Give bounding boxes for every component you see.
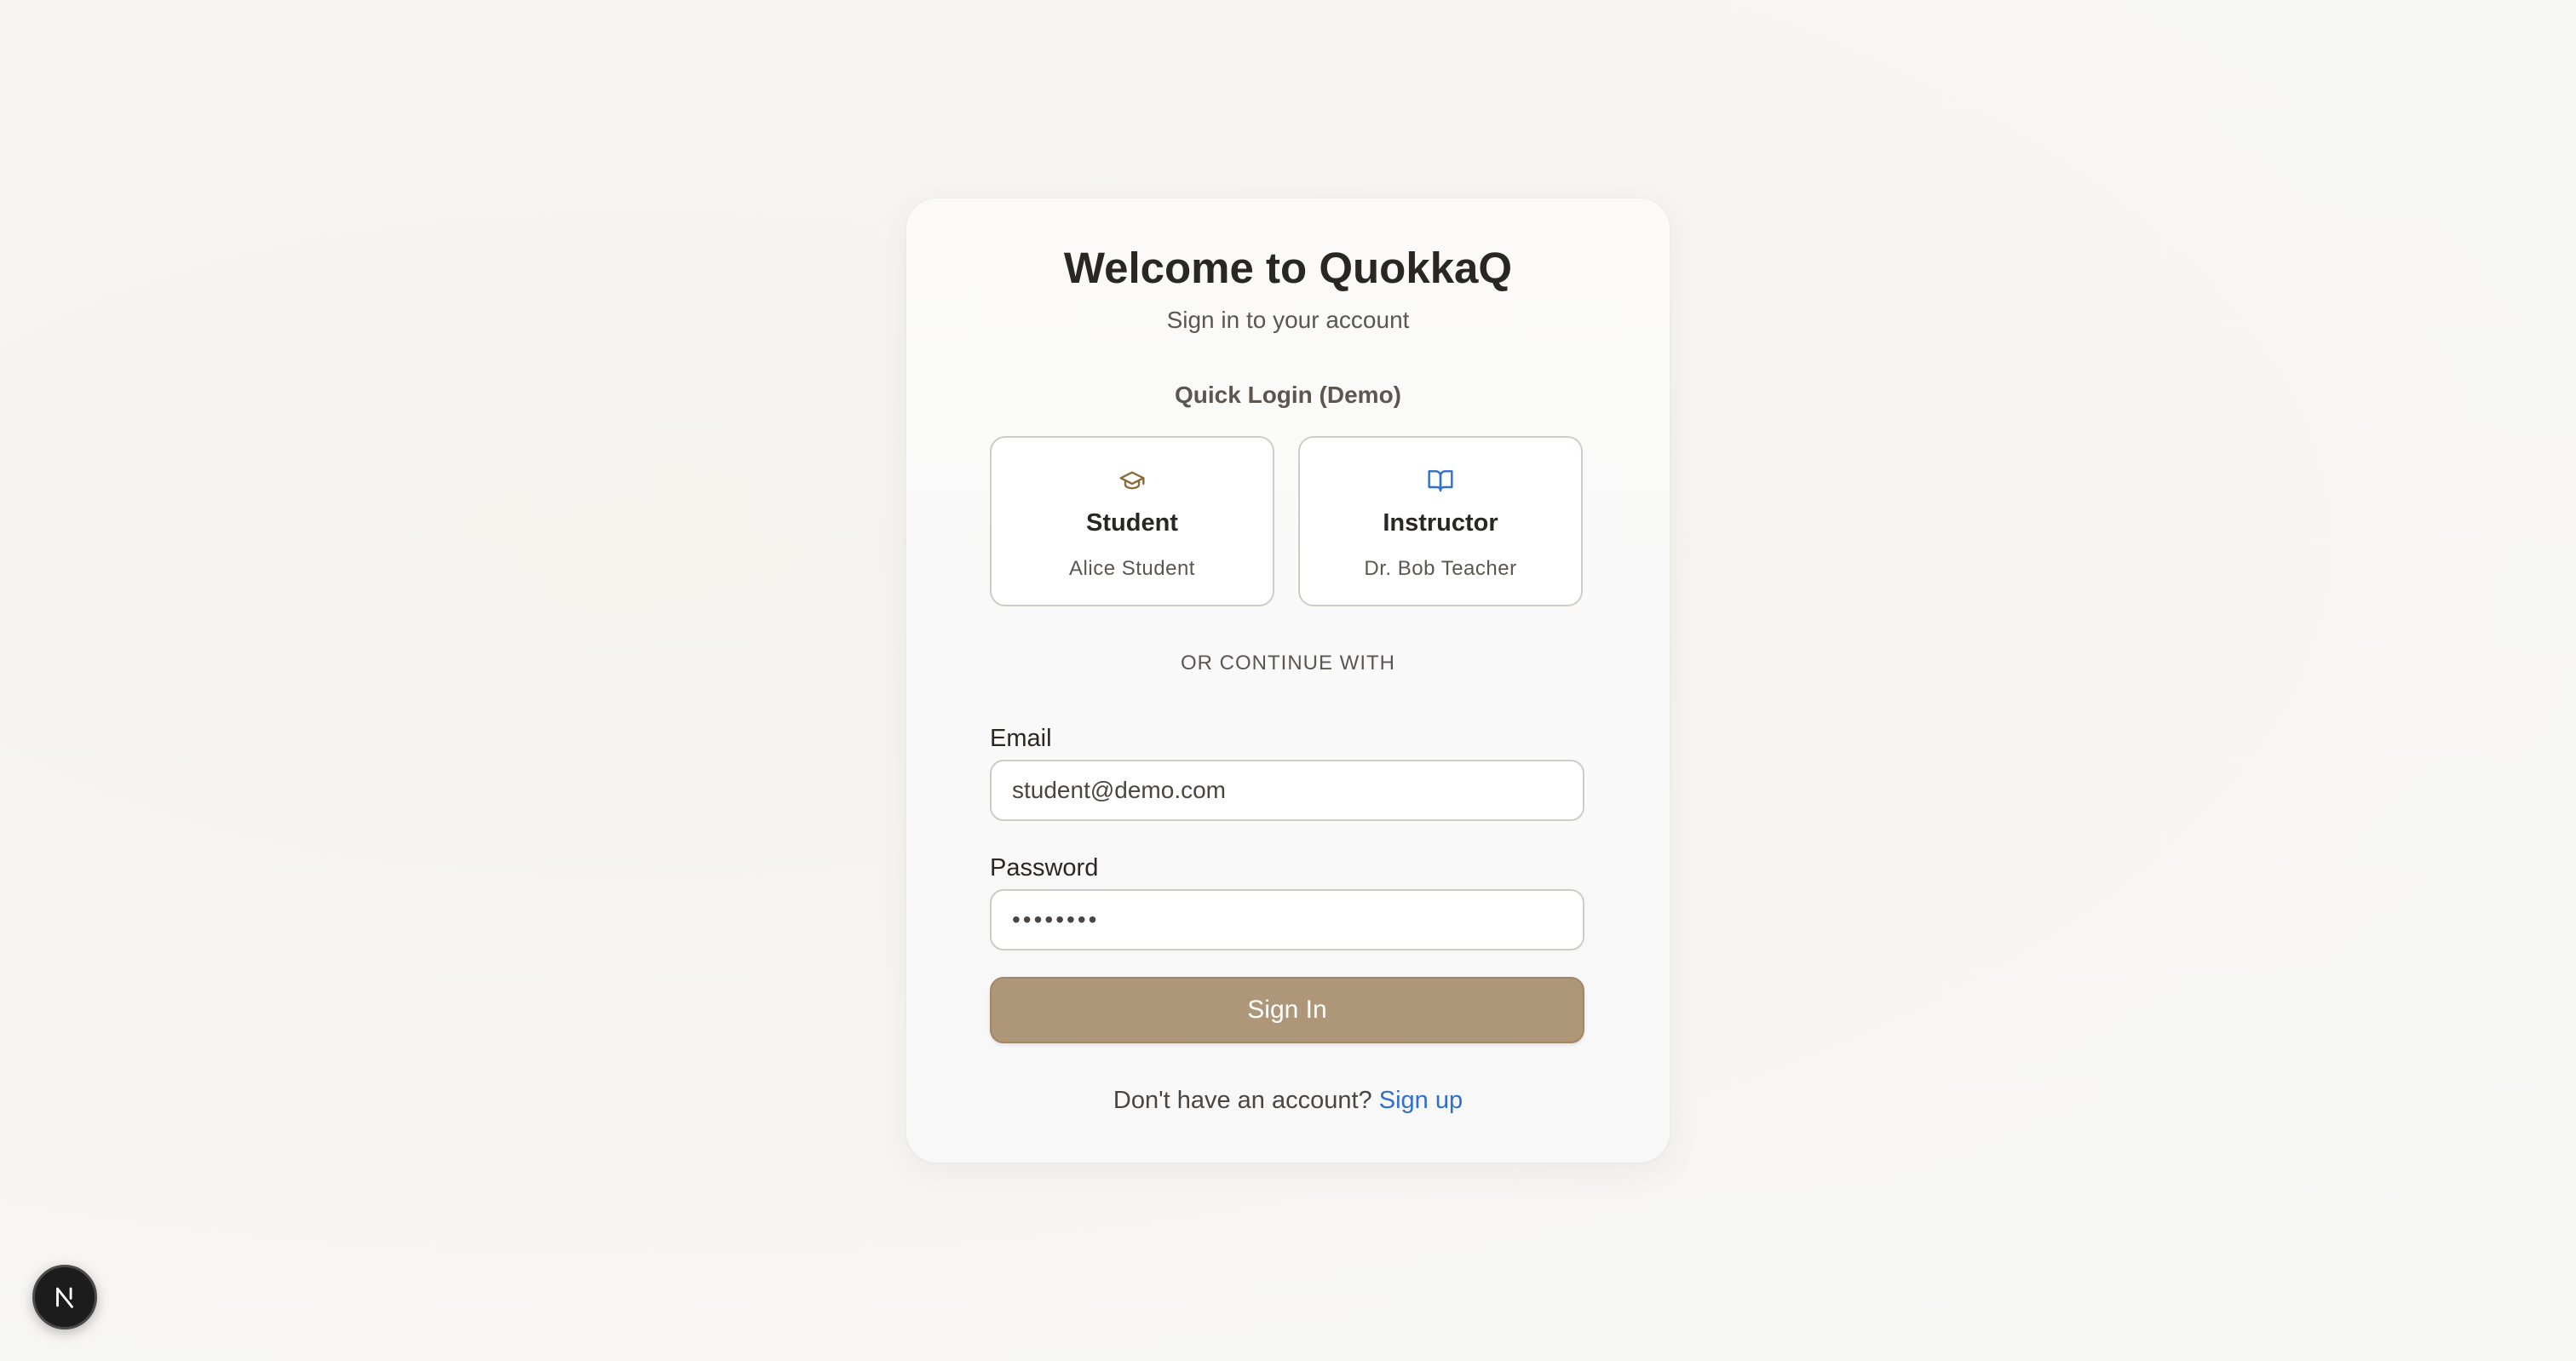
sign-up-link[interactable]: Sign up — [1379, 1087, 1463, 1114]
nextjs-logo-icon — [56, 1287, 73, 1308]
graduation-cap-icon — [992, 467, 1273, 494]
page-subtitle: Sign in to your account — [1166, 307, 1410, 333]
signup-prompt: Don't have an account? Sign up — [906, 1087, 1670, 1115]
email-field[interactable]: student@demo.com — [990, 760, 1584, 821]
quick-login-heading: Quick Login (Demo) — [1175, 382, 1401, 408]
student-role-name: Alice Student — [1069, 557, 1195, 580]
instructor-role-title: Instructor — [1383, 509, 1498, 537]
login-card: Welcome to QuokkaQ Sign in to your accou… — [906, 198, 1670, 1163]
page-title: Welcome to QuokkaQ — [1063, 244, 1513, 292]
continue-divider: OR CONTINUE WITH — [1181, 652, 1395, 675]
sign-in-button[interactable]: Sign In — [990, 977, 1584, 1043]
password-field[interactable]: •••••••• — [990, 889, 1584, 950]
signup-prompt-text: Don't have an account? — [1113, 1087, 1372, 1114]
instructor-quick-login-button[interactable]: Instructor Dr. Bob Teacher — [1298, 436, 1583, 606]
email-label: Email — [990, 725, 1052, 752]
student-quick-login-button[interactable]: Student Alice Student — [990, 436, 1274, 606]
nextjs-dev-badge[interactable] — [32, 1265, 97, 1329]
student-role-title: Student — [1086, 509, 1178, 537]
instructor-role-name: Dr. Bob Teacher — [1364, 557, 1517, 580]
password-label: Password — [990, 854, 1099, 881]
open-book-icon — [1300, 467, 1581, 494]
